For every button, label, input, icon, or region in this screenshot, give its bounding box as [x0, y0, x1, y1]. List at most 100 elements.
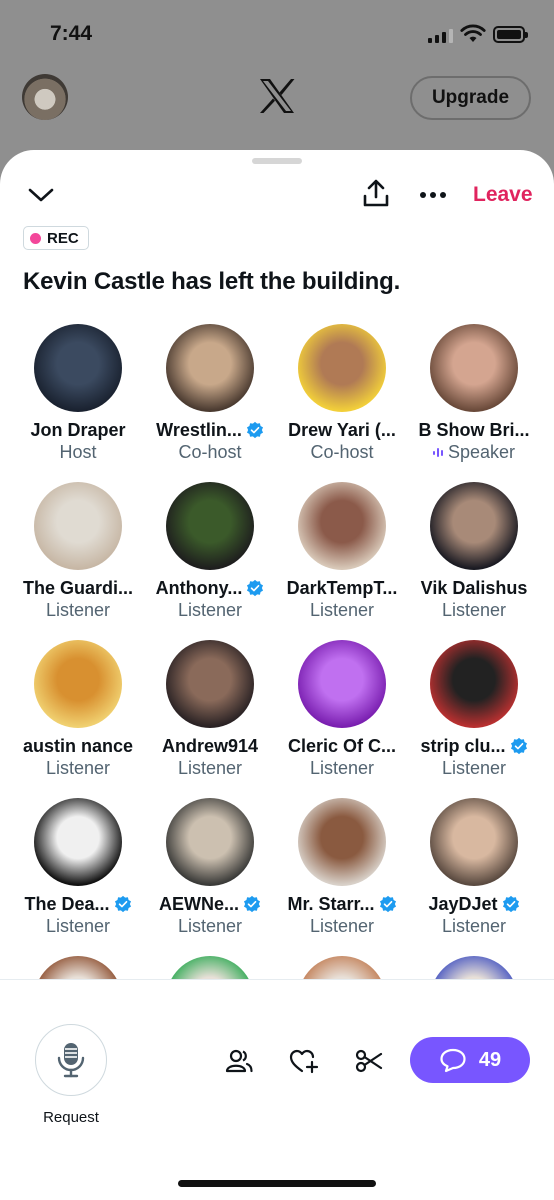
verified-badge-icon — [246, 421, 263, 439]
participant-avatar[interactable] — [34, 798, 122, 886]
participant[interactable]: Vik Dalishus Listener — [408, 482, 540, 621]
participant-avatar[interactable] — [298, 482, 386, 570]
participant-role-label: Host — [59, 442, 97, 462]
participant[interactable]: Drew Yari (... Co-host — [276, 324, 408, 463]
microphone-icon — [57, 1043, 85, 1078]
participant-role: Co-host — [144, 442, 276, 463]
participant-role-label: Co-host — [178, 442, 242, 462]
participant-avatar[interactable] — [430, 798, 518, 886]
participant-role-label: Listener — [309, 758, 375, 778]
participant-avatar[interactable] — [430, 324, 518, 412]
status-bar: 7:44 — [0, 0, 554, 66]
participant-name-line: DarkTempT... — [276, 577, 408, 599]
participant[interactable]: The Guardi... Listener — [12, 482, 144, 621]
cellular-signal-icon — [428, 27, 453, 43]
participant[interactable]: The Dea... Listener — [12, 798, 144, 937]
clip-button[interactable] — [352, 1044, 386, 1078]
participant-role-label: Co-host — [310, 442, 374, 462]
more-button[interactable] — [418, 180, 448, 210]
participant-name: B Show Bri... — [418, 419, 530, 440]
recording-badge: REC — [23, 226, 89, 250]
comments-button[interactable]: 49 — [410, 1037, 530, 1083]
participant-avatar[interactable] — [298, 798, 386, 886]
participant-role: Listener — [144, 758, 276, 779]
participant[interactable]: Wrestlin... Co-host — [144, 324, 276, 463]
participant-role-label: Listener — [45, 600, 111, 620]
top-bar: Upgrade — [0, 66, 554, 136]
comment-icon — [440, 1048, 466, 1073]
participant-avatar[interactable] — [166, 482, 254, 570]
participant-name-line: AEWNe... — [144, 893, 276, 915]
participant-name-line: Anthony... — [144, 577, 276, 599]
participant-name-line: The Dea... — [12, 893, 144, 915]
participant-name: Jon Draper — [30, 419, 126, 440]
participant-name: Anthony... — [155, 577, 243, 598]
request-mic-button[interactable] — [35, 1024, 107, 1096]
participant-role-label: Speaker — [447, 442, 516, 462]
participant-name: Mr. Starr... — [287, 893, 375, 914]
participant[interactable]: Anthony... Listener — [144, 482, 276, 621]
participant-name: Vik Dalishus — [420, 577, 528, 598]
participant-avatar[interactable] — [166, 640, 254, 728]
more-icon — [420, 192, 446, 198]
participant-avatar[interactable] — [34, 482, 122, 570]
participant[interactable]: JayDJet Listener — [408, 798, 540, 937]
participant-avatar[interactable] — [298, 324, 386, 412]
sheet-grabber[interactable] — [252, 158, 302, 164]
participant-role-label: Listener — [177, 758, 243, 778]
react-button[interactable] — [287, 1044, 321, 1078]
participant-name: DarkTempT... — [286, 577, 398, 598]
participant[interactable]: Jon Draper Host — [12, 324, 144, 463]
participant[interactable]: strip clu... Listener — [408, 640, 540, 779]
participant-role-label: Listener — [441, 916, 507, 936]
participant-name: strip clu... — [420, 735, 506, 756]
participant-name-line: Jon Draper — [12, 419, 144, 441]
participant-name-line: B Show Bri... — [408, 419, 540, 441]
participant-role-label: Listener — [441, 758, 507, 778]
participant[interactable]: AEWNe... Listener — [144, 798, 276, 937]
participant-name-line: Drew Yari (... — [276, 419, 408, 441]
collapse-button[interactable] — [26, 180, 56, 210]
participant-name-line: Mr. Starr... — [276, 893, 408, 915]
participant-role: Listener — [408, 600, 540, 621]
upgrade-button[interactable]: Upgrade — [410, 76, 531, 120]
participant[interactable]: Cleric Of C... Listener — [276, 640, 408, 779]
verified-badge-icon — [114, 895, 131, 913]
speaking-icon — [432, 447, 443, 459]
participant-role-label: Listener — [309, 916, 375, 936]
wifi-icon — [460, 24, 486, 42]
participant[interactable]: B Show Bri... Speaker — [408, 324, 540, 463]
participant[interactable]: austin nance Listener — [12, 640, 144, 779]
participant-avatar[interactable] — [34, 324, 122, 412]
participant-name-line: The Guardi... — [12, 577, 144, 599]
participant-avatar[interactable] — [430, 482, 518, 570]
participant-name: The Guardi... — [22, 577, 133, 598]
participant-avatar[interactable] — [298, 640, 386, 728]
people-icon — [225, 1049, 253, 1073]
participant-role-label: Listener — [309, 600, 375, 620]
people-button[interactable] — [222, 1044, 256, 1078]
participant-avatar[interactable] — [166, 798, 254, 886]
share-button[interactable] — [360, 176, 392, 210]
participant-avatar[interactable] — [430, 640, 518, 728]
verified-badge-icon — [243, 895, 261, 913]
participant[interactable]: DarkTempT... Listener — [276, 482, 408, 621]
participant-role-label: Listener — [45, 758, 111, 778]
space-title: Kevin Castle has left the building. — [23, 268, 401, 295]
leave-button[interactable]: Leave — [473, 183, 533, 207]
participant[interactable]: Mr. Starr... Listener — [276, 798, 408, 937]
participant-role: Listener — [12, 916, 144, 937]
participant[interactable]: Andrew914 Listener — [144, 640, 276, 779]
space-sheet: Leave REC Kevin Castle has left the buil… — [0, 150, 554, 1200]
profile-avatar[interactable] — [22, 74, 68, 120]
participant-role: Listener — [276, 758, 408, 779]
request-label: Request — [43, 1109, 99, 1126]
participant-name: AEWNe... — [158, 893, 239, 914]
participant-name-line: JayDJet — [408, 893, 540, 915]
participant-avatar[interactable] — [34, 640, 122, 728]
participant-name-line: strip clu... — [408, 735, 540, 757]
verified-badge-icon — [379, 895, 396, 913]
participant-name: The Dea... — [24, 893, 110, 914]
participant-avatar[interactable] — [166, 324, 254, 412]
participant-name-line: Vik Dalishus — [408, 577, 540, 599]
